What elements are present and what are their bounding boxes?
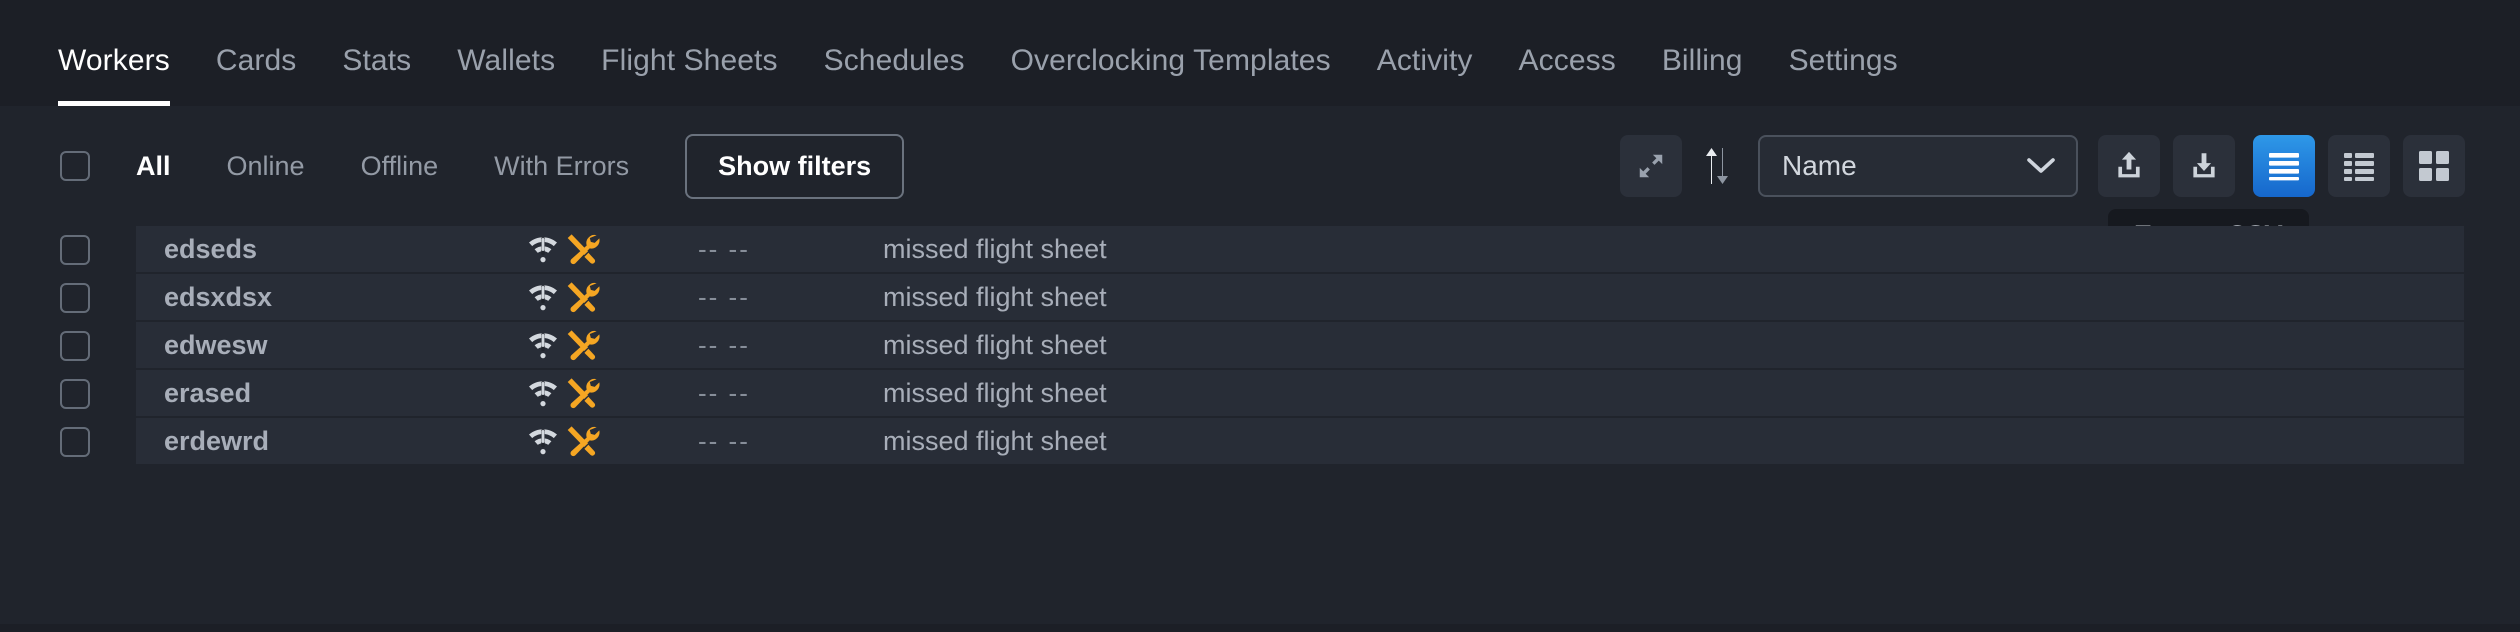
worker-name[interactable]: edwesw	[136, 330, 526, 361]
status-filter-group: AllOnlineOfflineWith Errors	[136, 151, 657, 182]
view-rows-icon	[2267, 151, 2301, 181]
view-list-button[interactable]	[2328, 135, 2390, 197]
tools-icon	[566, 329, 602, 361]
table-row[interactable]: edsxdsx -- --missed flight sheet	[60, 274, 2520, 322]
tools-icon	[566, 233, 602, 265]
sort-direction-button[interactable]	[1694, 135, 1740, 197]
filter-all[interactable]: All	[136, 151, 199, 182]
worker-value: -- --	[698, 234, 883, 265]
sort-field-select[interactable]: Name	[1758, 135, 2078, 197]
row-select-checkbox[interactable]	[60, 427, 90, 457]
wifi-offline-icon	[526, 282, 560, 312]
page-body: AllOnlineOfflineWith Errors Show filters	[0, 106, 2520, 632]
tab-cards[interactable]: Cards	[193, 46, 320, 106]
download-icon	[2187, 149, 2221, 183]
tab-workers[interactable]: Workers	[58, 46, 193, 106]
tab-activity[interactable]: Activity	[1354, 46, 1496, 106]
worker-status-icons	[526, 329, 698, 361]
worker-name[interactable]: edseds	[136, 234, 526, 265]
tab-list: WorkersCardsStatsWalletsFlight SheetsSch…	[58, 46, 1921, 106]
row-select-checkbox[interactable]	[60, 235, 90, 265]
row-select-checkbox[interactable]	[60, 331, 90, 361]
row-select-checkbox[interactable]	[60, 283, 90, 313]
toolbar-actions: Name	[1620, 135, 2465, 197]
tools-icon	[566, 425, 602, 457]
workers-toolbar: AllOnlineOfflineWith Errors Show filters	[0, 106, 2520, 226]
worker-message: missed flight sheet	[883, 234, 1107, 265]
worker-status-icons	[526, 281, 698, 313]
sort-updown-icon	[1700, 146, 1734, 186]
upload-icon	[2112, 149, 2146, 183]
tab-billing[interactable]: Billing	[1639, 46, 1766, 106]
wifi-offline-icon	[526, 378, 560, 408]
show-filters-button[interactable]: Show filters	[685, 134, 904, 199]
view-rows-button[interactable]	[2253, 135, 2315, 197]
table-row-body[interactable]: edwesw -- --missed flight sheet	[136, 322, 2464, 370]
workers-table: edseds-- --missed flight sheetedsxdsx-- …	[0, 226, 2520, 466]
tab-stats[interactable]: Stats	[319, 46, 434, 106]
worker-value: -- --	[698, 426, 883, 457]
worker-status-icons	[526, 377, 698, 409]
worker-value: -- --	[698, 330, 883, 361]
tab-settings[interactable]: Settings	[1766, 46, 1921, 106]
worker-message: missed flight sheet	[883, 426, 1107, 457]
tools-icon	[566, 377, 602, 409]
main-tab-bar: WorkersCardsStatsWalletsFlight SheetsSch…	[0, 0, 2520, 106]
worker-name[interactable]: edsxdsx	[136, 282, 526, 313]
table-row-body[interactable]: erdewrd -- --missed flight sheet	[136, 418, 2464, 466]
expand-arrows-icon	[1636, 151, 1666, 181]
tab-overclocking-templates[interactable]: Overclocking Templates	[988, 46, 1354, 106]
worker-message: missed flight sheet	[883, 282, 1107, 313]
view-grid-icon	[2418, 150, 2450, 182]
select-all-checkbox[interactable]	[60, 151, 90, 181]
table-row[interactable]: edseds -- --missed flight sheet	[60, 226, 2520, 274]
tab-wallets[interactable]: Wallets	[434, 46, 578, 106]
table-row[interactable]: erdewrd -- --missed flight sheet	[60, 418, 2520, 466]
filter-with-errors[interactable]: With Errors	[466, 151, 657, 182]
view-grid-button[interactable]	[2403, 135, 2465, 197]
worker-name[interactable]: erased	[136, 378, 526, 409]
sort-field-select-wrapper: Name	[1758, 135, 2078, 197]
filter-offline[interactable]: Offline	[333, 151, 467, 182]
tools-icon	[566, 281, 602, 313]
wifi-offline-icon	[526, 426, 560, 456]
wifi-offline-icon	[526, 330, 560, 360]
view-list-icon	[2342, 151, 2376, 181]
tab-schedules[interactable]: Schedules	[801, 46, 988, 106]
table-row-body[interactable]: edseds -- --missed flight sheet	[136, 226, 2464, 274]
worker-value: -- --	[698, 378, 883, 409]
bottom-edge-strip	[0, 624, 2520, 632]
download-button[interactable]	[2173, 135, 2235, 197]
worker-name[interactable]: erdewrd	[136, 426, 526, 457]
wifi-offline-icon	[526, 234, 560, 264]
tab-access[interactable]: Access	[1496, 46, 1639, 106]
tab-flight-sheets[interactable]: Flight Sheets	[578, 46, 800, 106]
table-row-body[interactable]: edsxdsx -- --missed flight sheet	[136, 274, 2464, 322]
worker-message: missed flight sheet	[883, 378, 1107, 409]
filter-online[interactable]: Online	[199, 151, 333, 182]
worker-value: -- --	[698, 282, 883, 313]
table-row[interactable]: edwesw -- --missed flight sheet	[60, 322, 2520, 370]
worker-status-icons	[526, 425, 698, 457]
table-row-body[interactable]: erased -- --missed flight sheet	[136, 370, 2464, 418]
upload-button[interactable]	[2098, 135, 2160, 197]
worker-status-icons	[526, 233, 698, 265]
worker-message: missed flight sheet	[883, 330, 1107, 361]
table-row[interactable]: erased -- --missed flight sheet	[60, 370, 2520, 418]
row-select-checkbox[interactable]	[60, 379, 90, 409]
expand-arrows-icon-button[interactable]	[1620, 135, 1682, 197]
